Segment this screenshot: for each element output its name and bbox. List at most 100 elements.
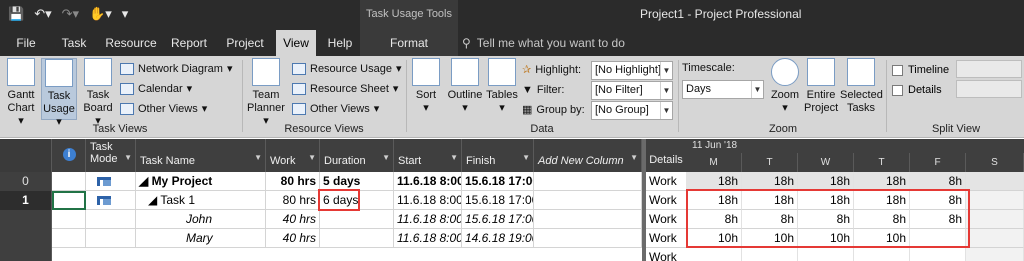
timescale-label: Timescale:	[682, 62, 735, 74]
column-header-info[interactable]: i	[52, 139, 86, 172]
work-cell[interactable]	[966, 210, 1024, 229]
chevron-down-icon: ▼	[254, 153, 262, 162]
highlight-dropdown[interactable]: [No Highlight] ▼	[591, 61, 673, 80]
timeline-checkbox[interactable]: Timeline	[892, 62, 949, 78]
work-cell[interactable]	[910, 229, 966, 248]
work-cell[interactable]: 8h	[910, 210, 966, 229]
work-cell[interactable]	[854, 248, 910, 261]
column-header-duration[interactable]: Duration ▼	[320, 139, 394, 172]
selected-cell[interactable]	[52, 191, 86, 210]
resource-usage-button[interactable]: Resource Usage ▾	[292, 60, 401, 78]
team-planner-button[interactable]: Team Planner ▾	[244, 58, 288, 127]
work-cell[interactable]: 8h	[742, 210, 798, 229]
work-cell[interactable]: 10h	[854, 229, 910, 248]
group-label-task-views: Task Views	[92, 123, 148, 135]
work-cell[interactable]: 18h	[854, 191, 910, 210]
timescale-dropdown[interactable]: Days ▼	[682, 80, 764, 99]
tab-resource[interactable]: Resource	[102, 30, 160, 56]
tab-report[interactable]: Report	[166, 30, 212, 56]
group-by-icon: ▦	[522, 104, 533, 116]
tab-project[interactable]: Project	[220, 30, 270, 56]
table-row[interactable]: John 40 hrs 11.6.18 8:00 15.6.18 17:00	[0, 210, 642, 229]
timeline-view-dropdown[interactable]	[956, 60, 1022, 78]
undo-icon[interactable]: ↶▾	[34, 6, 51, 22]
details-cell[interactable]: Work	[646, 229, 686, 248]
tab-format[interactable]: Format	[360, 30, 458, 56]
details-cell[interactable]: Work	[646, 191, 686, 210]
outline-icon	[451, 58, 479, 86]
sort-button[interactable]: Sort ▾	[410, 58, 442, 120]
work-cell[interactable]: 18h	[686, 172, 742, 191]
timephased-grid: 11 Jun '18 M T W T F S 18h 18h 18h 18h 8…	[686, 139, 1024, 261]
work-cell[interactable]	[966, 172, 1024, 191]
column-header-work[interactable]: Work ▼	[266, 139, 320, 172]
work-cell[interactable]: 18h	[742, 172, 798, 191]
other-resource-views-button[interactable]: Other Views ▾	[292, 100, 379, 118]
work-cell[interactable]	[910, 248, 966, 261]
table-row[interactable]: 0 ◢ My Project 80 hrs 5 days 11.6.18 8:0…	[0, 172, 642, 191]
work-cell[interactable]: 8h	[686, 210, 742, 229]
group-by-dropdown[interactable]: [No Group] ▼	[591, 101, 673, 120]
work-cell[interactable]: 8h	[910, 191, 966, 210]
work-cell[interactable]: 10h	[798, 229, 854, 248]
work-cell[interactable]: 10h	[686, 229, 742, 248]
details-cell[interactable]: Work	[646, 172, 686, 191]
work-cell[interactable]: 8h	[910, 172, 966, 191]
details-view-dropdown[interactable]	[956, 80, 1022, 98]
title-bar: 💾 ↶▾ ↷▾ ✋▾ ▾ Task Usage Tools Project1 -…	[0, 0, 1024, 30]
table-row[interactable]	[0, 248, 642, 261]
chevron-down-icon: ▼	[751, 81, 763, 98]
details-cell[interactable]: Work	[646, 248, 686, 261]
work-cell[interactable]: 8h	[854, 210, 910, 229]
column-header-start[interactable]: Start ▼	[394, 139, 462, 172]
work-cell[interactable]: 18h	[798, 191, 854, 210]
work-cell[interactable]: 8h	[798, 210, 854, 229]
tab-help[interactable]: Help	[322, 30, 358, 56]
touch-mode-icon[interactable]: ✋▾	[89, 6, 112, 22]
filter-dropdown[interactable]: [No Filter] ▼	[591, 81, 673, 100]
tell-me-text: Tell me what you want to do	[476, 36, 625, 50]
tab-task[interactable]: Task	[56, 30, 92, 56]
tables-button[interactable]: Tables ▾	[486, 58, 518, 120]
details-checkbox[interactable]: Details	[892, 82, 942, 98]
save-icon[interactable]: 💾	[8, 6, 24, 22]
other-views-button[interactable]: Other Views ▾	[120, 100, 207, 118]
column-header-add-new[interactable]: Add New Column ▼	[534, 139, 642, 172]
column-header-finish[interactable]: Finish ▼	[462, 139, 534, 172]
work-cell[interactable]: 18h	[742, 191, 798, 210]
entire-project-button[interactable]: Entire Project	[804, 58, 838, 120]
table-row[interactable]: Mary 40 hrs 11.6.18 8:00 14.6.18 19:00	[0, 229, 642, 248]
column-header-task-mode[interactable]: Task Mode ▼	[86, 139, 136, 172]
work-cell[interactable]: 18h	[798, 172, 854, 191]
tab-view[interactable]: View	[276, 30, 316, 56]
timescale-day-header: T	[854, 153, 910, 172]
calendar-button[interactable]: Calendar ▾	[120, 80, 192, 98]
work-cell[interactable]: 18h	[854, 172, 910, 191]
zoom-button[interactable]: Zoom ▾	[768, 58, 802, 120]
details-cell[interactable]: Work	[646, 210, 686, 229]
tell-me-box[interactable]: ⚲ Tell me what you want to do	[462, 30, 625, 56]
work-cell[interactable]: 10h	[742, 229, 798, 248]
work-cell[interactable]: 18h	[686, 191, 742, 210]
work-cell[interactable]	[798, 248, 854, 261]
network-diagram-button[interactable]: Network Diagram ▾	[120, 60, 233, 78]
work-cell[interactable]	[686, 248, 742, 261]
customize-qat-icon[interactable]: ▾	[122, 6, 129, 22]
table-row[interactable]: 1 ◢ Task 1 80 hrs 6 days 11.6.18 8:00 15…	[0, 191, 642, 210]
work-cell[interactable]	[966, 191, 1024, 210]
work-cell[interactable]	[742, 248, 798, 261]
work-cell[interactable]	[966, 229, 1024, 248]
task-board-button[interactable]: Task Board ▾	[80, 58, 116, 127]
chevron-down-icon: ▼	[522, 153, 530, 162]
redo-icon[interactable]: ↷▾	[62, 6, 79, 22]
column-header-task-name[interactable]: Task Name ▼	[136, 139, 266, 172]
tab-file[interactable]: File	[8, 30, 44, 56]
outline-button[interactable]: Outline ▾	[446, 58, 484, 120]
selected-tasks-icon	[847, 58, 875, 86]
resource-sheet-button[interactable]: Resource Sheet ▾	[292, 80, 398, 98]
selected-tasks-button[interactable]: Selected Tasks	[840, 58, 883, 120]
work-cell[interactable]	[966, 248, 1024, 261]
gantt-chart-button[interactable]: Gantt Chart ▾	[4, 58, 38, 127]
task-usage-button[interactable]: Task Usage ▾	[41, 58, 77, 128]
select-all-corner[interactable]	[0, 139, 52, 172]
